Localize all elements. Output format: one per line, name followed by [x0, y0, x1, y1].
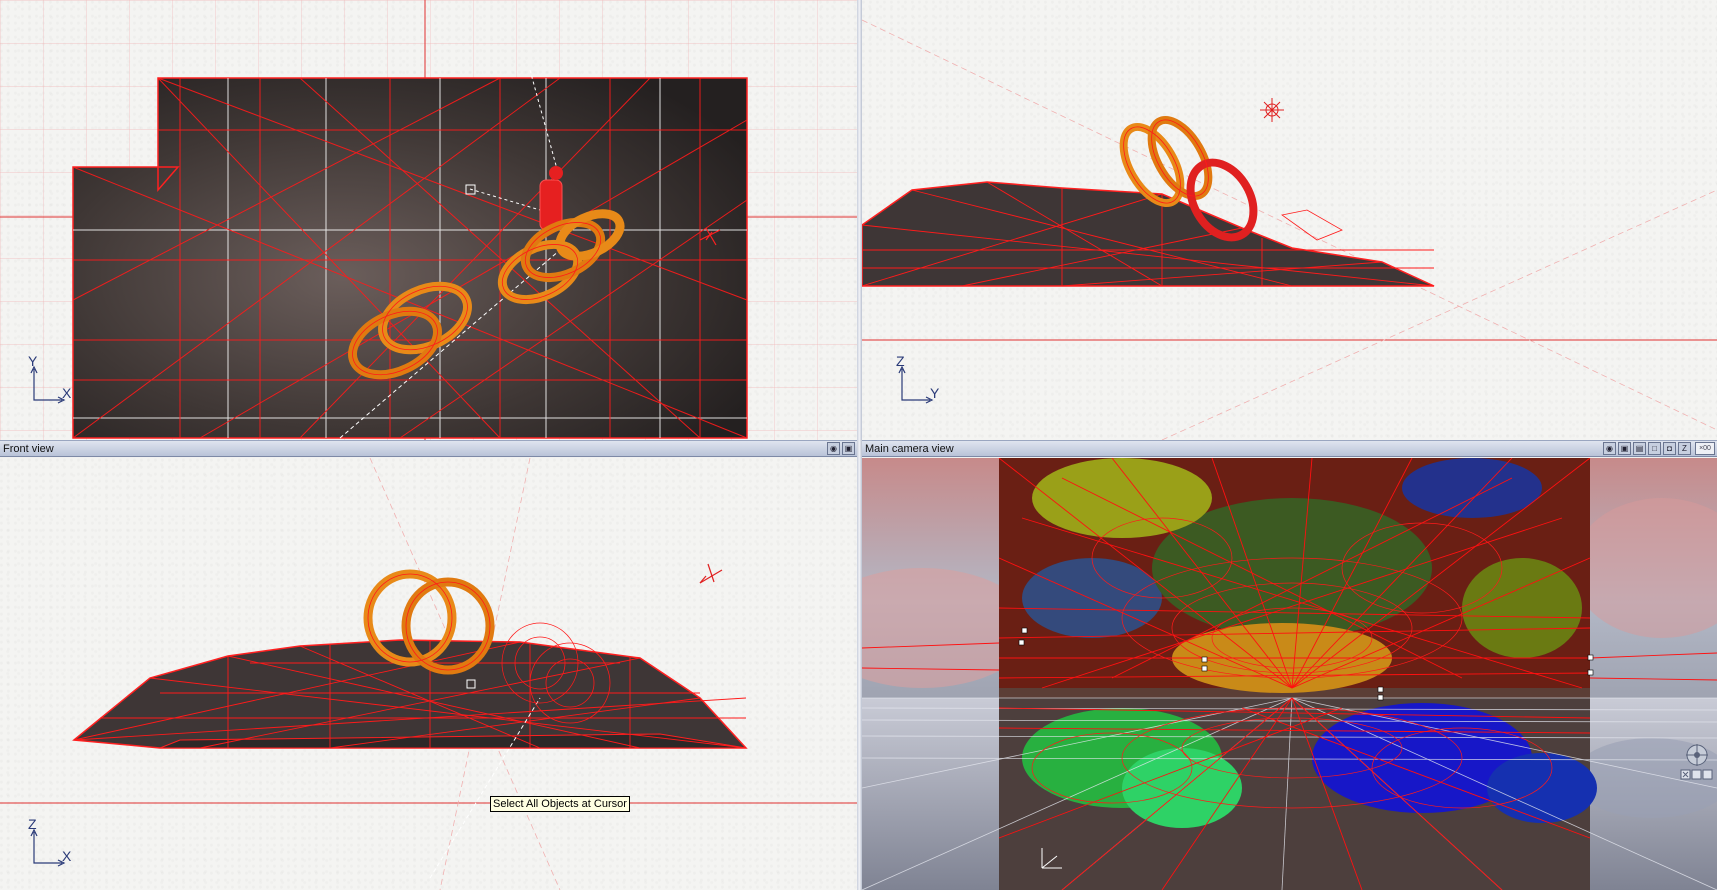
- viewport-splitter-vertical[interactable]: [857, 0, 862, 890]
- top-viewport[interactable]: Y X: [0, 0, 857, 440]
- tooltip: Select All Objects at Cursor: [490, 796, 630, 812]
- front-view-title: Front view: [3, 443, 54, 455]
- bounding-box-icon[interactable]: □: [1648, 442, 1661, 455]
- front-viewport[interactable]: Z X: [0, 458, 857, 890]
- zoom-field[interactable]: ×00: [1695, 442, 1715, 455]
- front-scene: [0, 458, 857, 890]
- camera-icon[interactable]: ◉: [827, 442, 840, 455]
- camera-view-titlebar[interactable]: Main camera view ◉ ▣ ▤ □ ◘ Z ×00: [862, 440, 1717, 457]
- navigation-gizmo[interactable]: [1680, 740, 1714, 784]
- zoom-icon[interactable]: Z: [1678, 442, 1691, 455]
- camera-viewport[interactable]: [862, 458, 1717, 890]
- top-scene: [0, 0, 857, 440]
- right-scene: [862, 19, 1717, 440]
- render-icon[interactable]: ▣: [1618, 442, 1631, 455]
- camera-view-title: Main camera view: [865, 443, 954, 455]
- front-view-titlebar[interactable]: Front view ◉ ▣: [0, 440, 857, 457]
- camera-scene: [862, 458, 1717, 890]
- light-gizmo-right: [1260, 98, 1284, 122]
- smooth-shade-icon[interactable]: ◘: [1663, 442, 1676, 455]
- display-mode-icon[interactable]: ▤: [1633, 442, 1646, 455]
- render-icon[interactable]: ▣: [842, 442, 855, 455]
- right-viewport[interactable]: Z Y: [862, 0, 1717, 440]
- axis-indicator-right: Z Y: [896, 353, 940, 404]
- axis-indicator-top: Y X: [28, 353, 72, 404]
- camera-icon[interactable]: ◉: [1603, 442, 1616, 455]
- light-gizmo-front: [699, 563, 723, 584]
- axis-indicator-front: Z X: [28, 816, 72, 867]
